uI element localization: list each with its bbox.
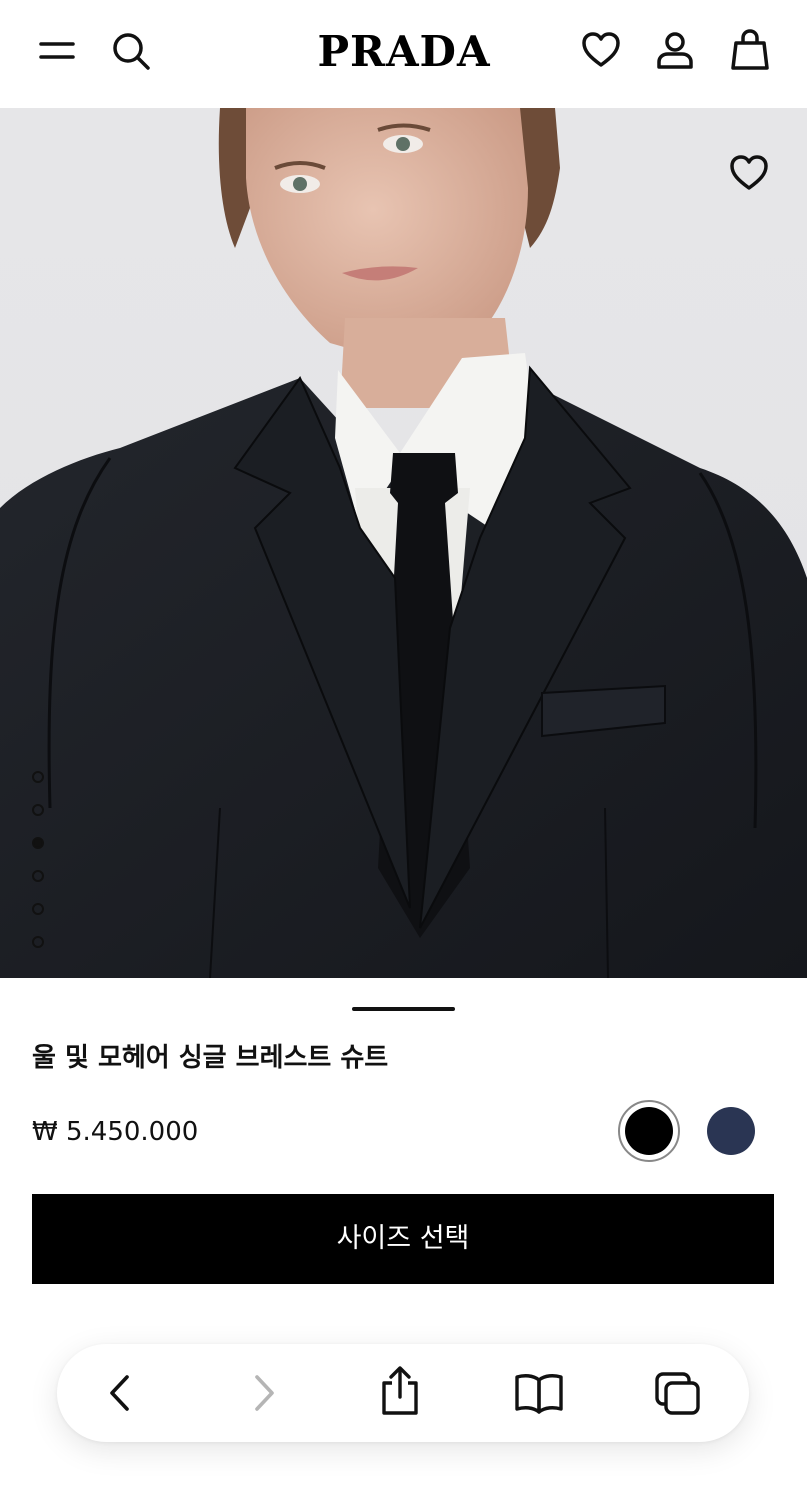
color-swatch-fill — [625, 1107, 673, 1155]
menu-icon[interactable] — [38, 38, 76, 64]
gallery-dot[interactable] — [32, 771, 44, 783]
gallery-dot-active[interactable] — [32, 837, 44, 849]
gallery-dot[interactable] — [32, 903, 44, 915]
gallery-dot[interactable] — [32, 936, 44, 948]
site-header: PRADA — [0, 0, 807, 108]
share-icon[interactable] — [379, 1365, 421, 1417]
search-icon[interactable] — [110, 30, 152, 72]
select-size-button[interactable]: 사이즈 선택 — [32, 1194, 774, 1284]
gallery-dot[interactable] — [32, 870, 44, 882]
product-photo — [0, 108, 807, 978]
account-icon[interactable] — [654, 29, 696, 71]
bag-icon[interactable] — [729, 28, 771, 72]
back-icon[interactable] — [105, 1373, 135, 1413]
product-price: ₩ 5.450.000 — [32, 1117, 199, 1147]
product-title: 울 및 모헤어 싱글 브레스트 슈트 — [32, 1043, 389, 1073]
forward-icon[interactable] — [249, 1373, 279, 1413]
heart-icon[interactable] — [580, 30, 622, 70]
product-image-gallery[interactable] — [0, 108, 807, 978]
bookmarks-icon[interactable] — [513, 1372, 565, 1414]
sheet-drag-handle[interactable] — [352, 1007, 455, 1011]
browser-toolbar — [57, 1344, 749, 1442]
color-swatch-black[interactable] — [618, 1100, 680, 1162]
color-swatch-navy[interactable] — [707, 1107, 755, 1155]
brand-logo[interactable]: PRADA — [298, 28, 510, 76]
tabs-icon[interactable] — [654, 1371, 702, 1417]
gallery-dot[interactable] — [32, 804, 44, 816]
wishlist-heart-icon[interactable] — [728, 152, 770, 194]
